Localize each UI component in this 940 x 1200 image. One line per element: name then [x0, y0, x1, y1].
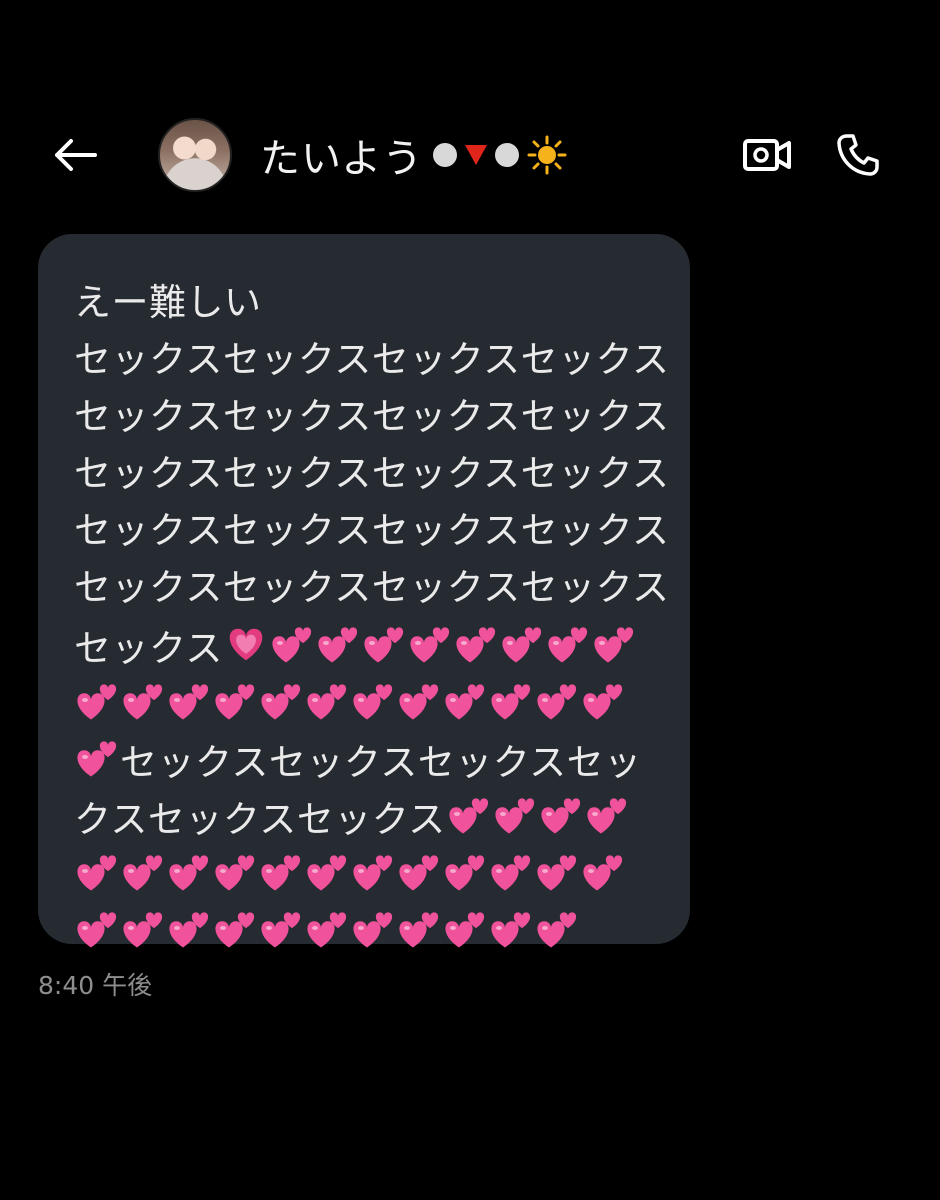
two-hearts-icon [77, 911, 117, 947]
two-hearts-icon [399, 683, 439, 719]
two-hearts-icon [272, 626, 312, 662]
red-triangle-icon [465, 145, 488, 165]
message-text: クスセックスセックス [74, 797, 446, 841]
two-hearts-icon [307, 854, 347, 890]
two-hearts-icon [169, 911, 209, 947]
two-hearts-icon [445, 911, 485, 947]
two-hearts-icon [123, 683, 163, 719]
message-text: セックス [74, 626, 223, 670]
two-hearts-icon [261, 911, 301, 947]
two-hearts-icon [399, 854, 439, 890]
white-circle-icon [433, 143, 458, 167]
two-hearts-icon [491, 854, 531, 890]
two-hearts-icon [537, 683, 577, 719]
two-hearts-icon [77, 683, 117, 719]
two-hearts-icon [449, 797, 488, 833]
status-emoji-group [433, 135, 567, 175]
heart-group [74, 907, 580, 953]
heart-line [74, 844, 690, 901]
heart-group [223, 622, 269, 668]
two-hearts-icon [583, 683, 623, 719]
contact-name[interactable]: たいよう [260, 130, 567, 182]
two-hearts-icon [318, 626, 358, 662]
two-hearts-icon [169, 683, 209, 719]
contact-name-text: たいよう [260, 136, 424, 182]
message-line: セックスセックスセックスセックス [74, 509, 670, 552]
heart-line [74, 901, 690, 958]
arrow-left-icon [55, 139, 97, 171]
heart-group [74, 679, 626, 725]
two-hearts-icon [123, 911, 163, 947]
message-line: えー難しい [74, 281, 262, 324]
message-line: セックスセックスセックスセックス [74, 395, 670, 438]
chat-header: たいよう [0, 110, 940, 200]
voice-call-button[interactable] [832, 130, 884, 180]
message-line: セックスセックスセックスセックス [74, 452, 670, 495]
two-hearts-icon [541, 797, 580, 833]
two-hearts-icon [502, 626, 542, 662]
heart-group [446, 793, 630, 839]
two-hearts-icon [169, 854, 209, 890]
message-bubble[interactable]: えー難しい セックスセックスセックスセックス セックスセックスセックスセックス … [38, 234, 690, 947]
heart-group [74, 736, 120, 782]
message-line: セックスセックスセックスセックス [74, 566, 670, 609]
growing-heart-icon [229, 628, 263, 660]
sun-icon [527, 135, 567, 175]
two-hearts-icon [587, 797, 626, 833]
two-hearts-icon [491, 911, 531, 947]
two-hearts-icon [307, 683, 347, 719]
video-call-icon [743, 139, 791, 171]
two-hearts-icon [410, 626, 450, 662]
message-line: セックス [74, 616, 690, 673]
white-circle-icon [495, 143, 520, 167]
two-hearts-icon [495, 797, 534, 833]
two-hearts-icon [261, 683, 301, 719]
back-button[interactable] [50, 132, 100, 178]
video-call-button[interactable] [740, 132, 794, 178]
two-hearts-icon [594, 626, 634, 662]
two-hearts-icon [307, 911, 347, 947]
two-hearts-icon [353, 854, 393, 890]
heart-line [74, 673, 690, 730]
heart-group [269, 622, 637, 668]
message-line: クスセックスセックス [74, 787, 690, 844]
two-hearts-icon [123, 854, 163, 890]
two-hearts-icon [491, 683, 531, 719]
two-hearts-icon [445, 683, 485, 719]
two-hearts-icon [537, 911, 577, 947]
two-hearts-icon [77, 740, 117, 776]
message-timestamp: 8:40 午後 [38, 971, 153, 1000]
two-hearts-icon [548, 626, 588, 662]
message-text: セックスセックスセックスセッ [120, 740, 642, 784]
contact-avatar[interactable] [158, 118, 232, 192]
two-hearts-icon [353, 911, 393, 947]
two-hearts-icon [456, 626, 496, 662]
message-line: セックスセックスセックスセッ [74, 730, 690, 787]
two-hearts-icon [215, 854, 255, 890]
two-hearts-icon [77, 854, 117, 890]
two-hearts-icon [353, 683, 393, 719]
two-hearts-icon [445, 854, 485, 890]
two-hearts-icon [537, 854, 577, 890]
two-hearts-icon [399, 911, 439, 947]
two-hearts-icon [261, 854, 301, 890]
heart-group [74, 850, 626, 896]
two-hearts-icon [583, 854, 623, 890]
message-line: セックスセックスセックスセックス [74, 338, 670, 381]
phone-icon [837, 134, 879, 176]
two-hearts-icon [215, 683, 255, 719]
two-hearts-icon [215, 911, 255, 947]
two-hearts-icon [364, 626, 404, 662]
